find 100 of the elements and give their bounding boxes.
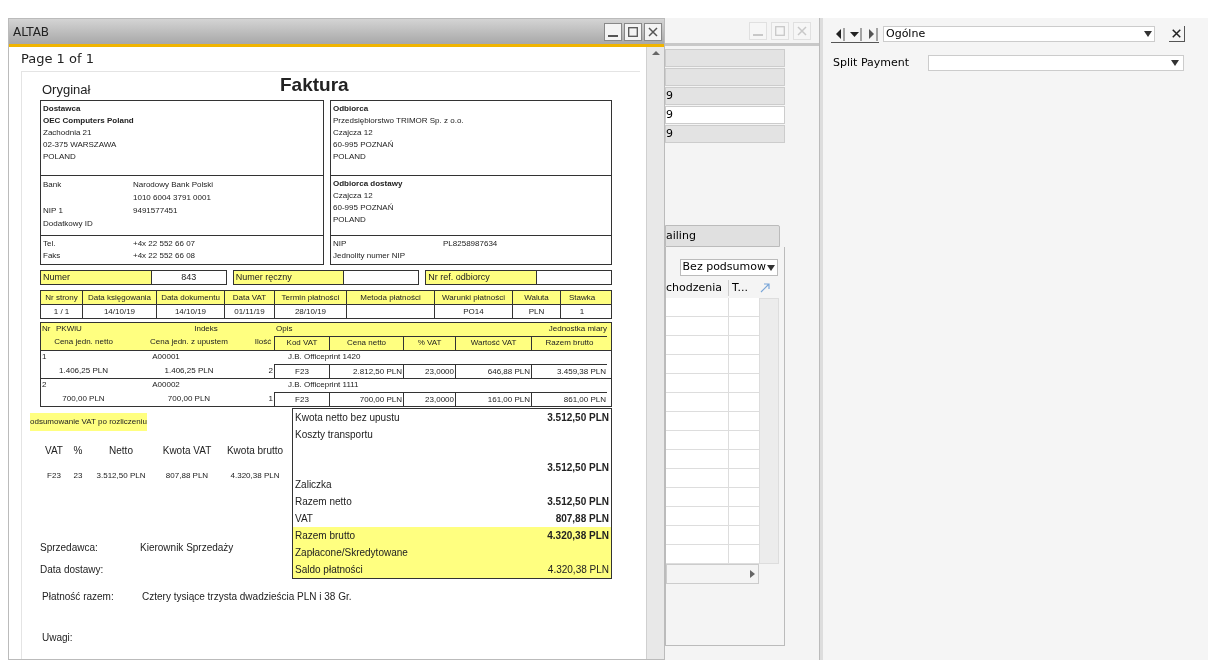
table-cell: 1.406,25 PLN (59, 365, 108, 375)
field-label: Płatność razem: (42, 589, 115, 604)
column-header: Waluta (524, 292, 549, 302)
table-cell: PO14 (463, 306, 484, 316)
table-cell: 1 (42, 352, 47, 361)
table-cell: 3.512,50 PLN (96, 470, 146, 480)
total-value: 807,88 PLN (555, 511, 609, 526)
table-cell: 2 (268, 365, 273, 375)
address-line: POLAND (333, 213, 367, 226)
field-label: Split Payment (832, 55, 911, 71)
column-header: Opis (276, 323, 294, 335)
column-header: % VAT (417, 337, 442, 347)
address-line: POLAND (333, 150, 367, 163)
table-cell: 2 (42, 380, 47, 389)
minimize-icon (608, 34, 618, 37)
column-header: Stawka (568, 292, 596, 302)
total-label: Koszty transportu (295, 427, 373, 442)
table-cell: PLN (528, 306, 545, 316)
address-line: Zachodnia 21 (43, 126, 93, 139)
column-header: Kwota VAT (162, 444, 212, 456)
form-dropdown[interactable]: Ogólne (883, 26, 1155, 42)
table-cell: F23 (295, 394, 309, 404)
table-cell: 23,0000 (425, 394, 454, 404)
section-heading: Odbiorca dostawy (333, 177, 404, 190)
column-header: Data VAT (232, 292, 267, 302)
address-line: Czajcza 12 (333, 189, 374, 202)
field-value: 1010 6004 3791 0001 (133, 191, 212, 204)
field-label: Bank (43, 178, 63, 191)
copy-label: Oryginał (41, 81, 92, 99)
table-cell: F23 (47, 470, 61, 480)
column-header: T... (731, 279, 749, 296)
table-cell: 161,00 PLN (487, 394, 530, 404)
column-header: Netto (109, 444, 133, 456)
summary-dropdown[interactable]: Bez podsumow (679, 259, 778, 276)
close-icon (797, 25, 807, 36)
table-cell: 23,0000 (425, 366, 454, 376)
field-label: Tel. (43, 237, 57, 250)
field-label: NIP (333, 237, 348, 250)
close-icon[interactable] (1169, 26, 1185, 42)
field-label: Dodatkowy ID (43, 217, 94, 230)
scrollbar[interactable] (759, 298, 779, 564)
field-value: 9491577451 (133, 204, 178, 217)
total-value: 4.320,38 PLN (547, 562, 609, 577)
field-value: +4x 22 552 66 07 (133, 237, 196, 250)
table-cell: 861,00 PLN (563, 394, 606, 404)
address-line: POLAND (43, 150, 77, 163)
window-title: ALTAB (13, 23, 50, 41)
tab[interactable]: ailing (666, 226, 779, 246)
field-value: PL8258987634 (443, 237, 498, 250)
field-label: Numer ręczny (233, 270, 345, 284)
field-label: Data dostawy: (40, 563, 105, 577)
column-header: Cena jedn. netto (54, 336, 113, 346)
total-label: Razem netto (295, 494, 352, 509)
minimize-icon (753, 33, 763, 36)
scrollbar[interactable] (646, 47, 664, 659)
caret-icon[interactable] (847, 25, 863, 42)
total-label: Razem brutto (295, 528, 356, 543)
table-cell: 700,00 PLN (359, 394, 402, 404)
select-field[interactable] (928, 55, 1184, 72)
table-cell: 1 / 1 (53, 306, 70, 316)
address-line: Przedsiębiorstwo TRIMOR Sp. z o.o. (333, 114, 465, 127)
minimize-button[interactable] (604, 22, 622, 41)
table-cell: J.B. Officeprint 1420 (288, 352, 361, 361)
close-button[interactable] (644, 22, 662, 41)
table-cell: A00002 (152, 380, 180, 389)
address-line: 02-375 WARSZAWA (43, 138, 118, 151)
total-value: 3.512,50 PLN (547, 494, 609, 509)
table-cell: 23 (73, 470, 83, 480)
column-header: chodzenia (666, 279, 729, 297)
section-heading: Odbiorca (333, 102, 370, 115)
table-cell: 3.459,38 PLN (557, 366, 606, 376)
field-label: Jednolity numer NIP (333, 249, 407, 262)
table-cell: 807,88 PLN (165, 470, 209, 480)
section-heading: odsumowanie VAT po rozliczeniu (30, 412, 147, 431)
field-label: Nr ref. odbiorcy (426, 270, 538, 284)
column-header: VAT (45, 444, 63, 456)
caret-icon (767, 264, 775, 271)
column-header: Data dokumentu (161, 292, 220, 302)
total-value: 4.320,38 PLN (547, 528, 609, 543)
column-header: Razem brutto (545, 337, 594, 347)
table-cell: A00001 (152, 352, 180, 361)
maximize-button[interactable] (624, 22, 642, 41)
column-header: Kod VAT (286, 337, 318, 347)
table-cell: J.B. Officeprint 1111 (288, 380, 359, 389)
table-cell: 28/10/19 (294, 306, 327, 316)
column-header: Warunki płatności (442, 292, 505, 302)
total-label: Zaliczka (295, 477, 332, 492)
column-header: Nr strony (45, 292, 78, 302)
total-value: 3.512,50 PLN (547, 410, 609, 425)
field-value: 843 (180, 270, 198, 284)
field-value: Cztery tysiące trzysta dwadzieścia PLN i 38 Gr. (142, 589, 352, 604)
column-header: Data księgowania (87, 292, 152, 302)
total-label: Kwota netto bez upustu (295, 410, 400, 425)
column-header: Nr (41, 323, 52, 335)
table-cell: 1 (579, 306, 585, 316)
field-label: Uwagi: (42, 631, 73, 643)
invoice-title: Faktura (280, 73, 349, 97)
input-field[interactable]: 9 (665, 106, 785, 124)
field-label: Sprzedawca: (40, 541, 99, 555)
total-value: 3.512,50 PLN (547, 460, 609, 475)
